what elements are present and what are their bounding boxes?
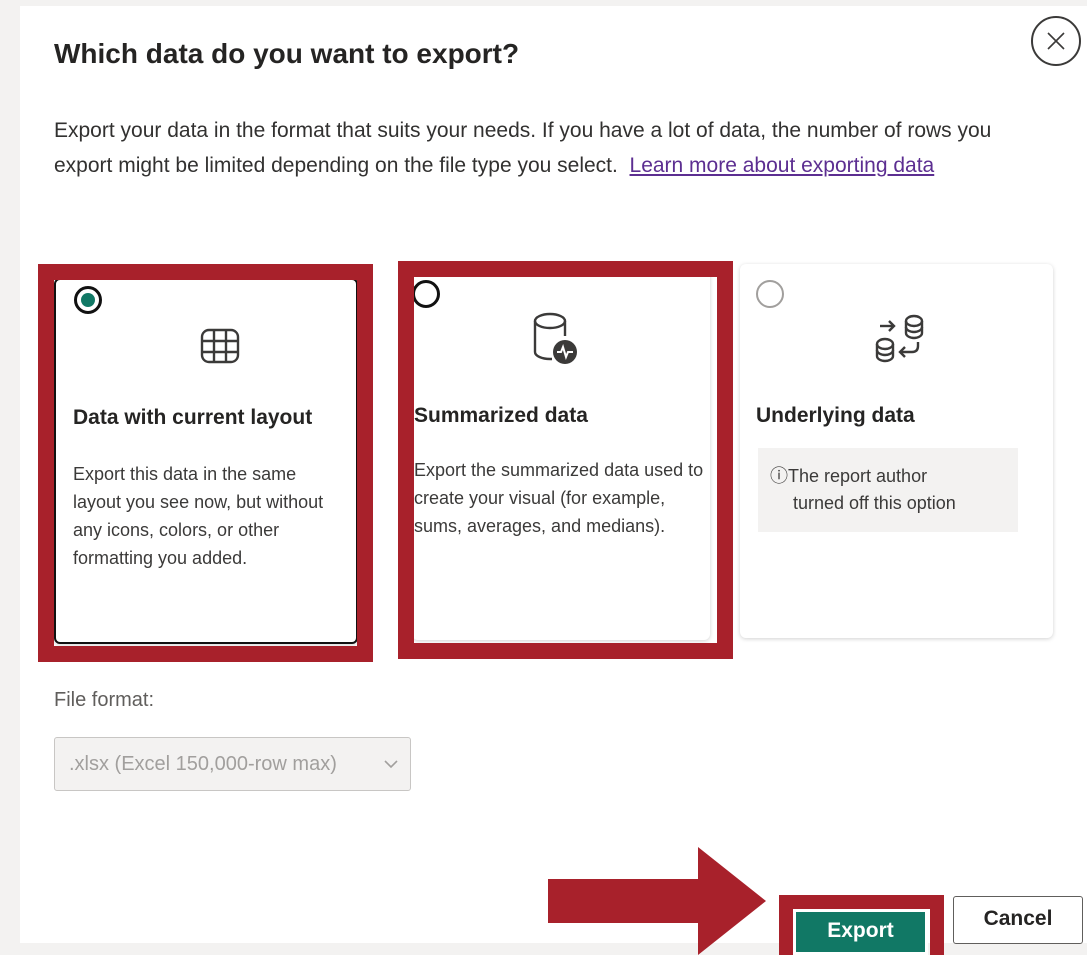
- option-title: Underlying data: [756, 404, 915, 427]
- chevron-down-icon: [384, 760, 398, 769]
- disabled-info-box: ⓘThe report author turned off this optio…: [758, 448, 1018, 532]
- file-format-label: File format:: [54, 689, 155, 711]
- export-button[interactable]: Export: [793, 909, 928, 955]
- option-description: Export this data in the same layout you …: [73, 464, 324, 568]
- dialog-title: Which data do you want to export?: [54, 38, 520, 69]
- cancel-button[interactable]: Cancel: [953, 896, 1083, 944]
- option-card-summarized[interactable]: Summarized data Export the summarized da…: [412, 264, 710, 640]
- database-activity-icon: [533, 312, 577, 364]
- file-format-value: .xlsx (Excel 150,000-row max): [69, 753, 337, 775]
- info-text-line1: ⓘThe report author: [770, 466, 928, 486]
- option-title: Data with current layout: [73, 406, 313, 429]
- table-grid-icon: [200, 328, 240, 364]
- radio-underlying: [756, 280, 784, 308]
- learn-more-link[interactable]: Learn more about exporting data: [630, 154, 935, 177]
- option-title: Summarized data: [414, 404, 588, 427]
- option-description: Export the summarized data used to creat…: [414, 460, 704, 536]
- close-button[interactable]: [1031, 16, 1081, 66]
- close-icon: [1047, 32, 1065, 50]
- pointer-arrow: [548, 847, 766, 955]
- option-card-current-layout[interactable]: Data with current layout Export this dat…: [54, 278, 358, 644]
- dialog-description: Export your data in the format that suit…: [54, 113, 1044, 183]
- info-text-line2: turned off this option: [793, 493, 956, 513]
- radio-summarized[interactable]: [412, 280, 440, 308]
- file-format-select[interactable]: .xlsx (Excel 150,000-row max): [54, 737, 411, 791]
- radio-selected-dot: [81, 293, 95, 307]
- radio-current-layout[interactable]: [74, 286, 102, 314]
- database-transfer-icon: [875, 314, 924, 363]
